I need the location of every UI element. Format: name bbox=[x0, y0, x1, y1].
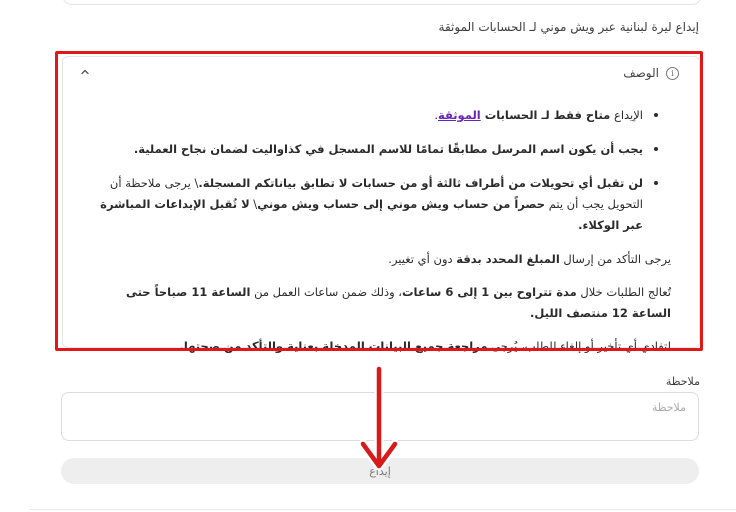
note-label: ملاحظة bbox=[665, 375, 700, 388]
divider bbox=[30, 509, 736, 510]
highlight-box bbox=[55, 51, 703, 351]
arrow-down-icon bbox=[358, 364, 400, 471]
previous-card bbox=[62, 0, 702, 5]
page-subtitle: إيداع ليرة لبنانية عبر ويش موني لـ الحسا… bbox=[438, 20, 699, 34]
